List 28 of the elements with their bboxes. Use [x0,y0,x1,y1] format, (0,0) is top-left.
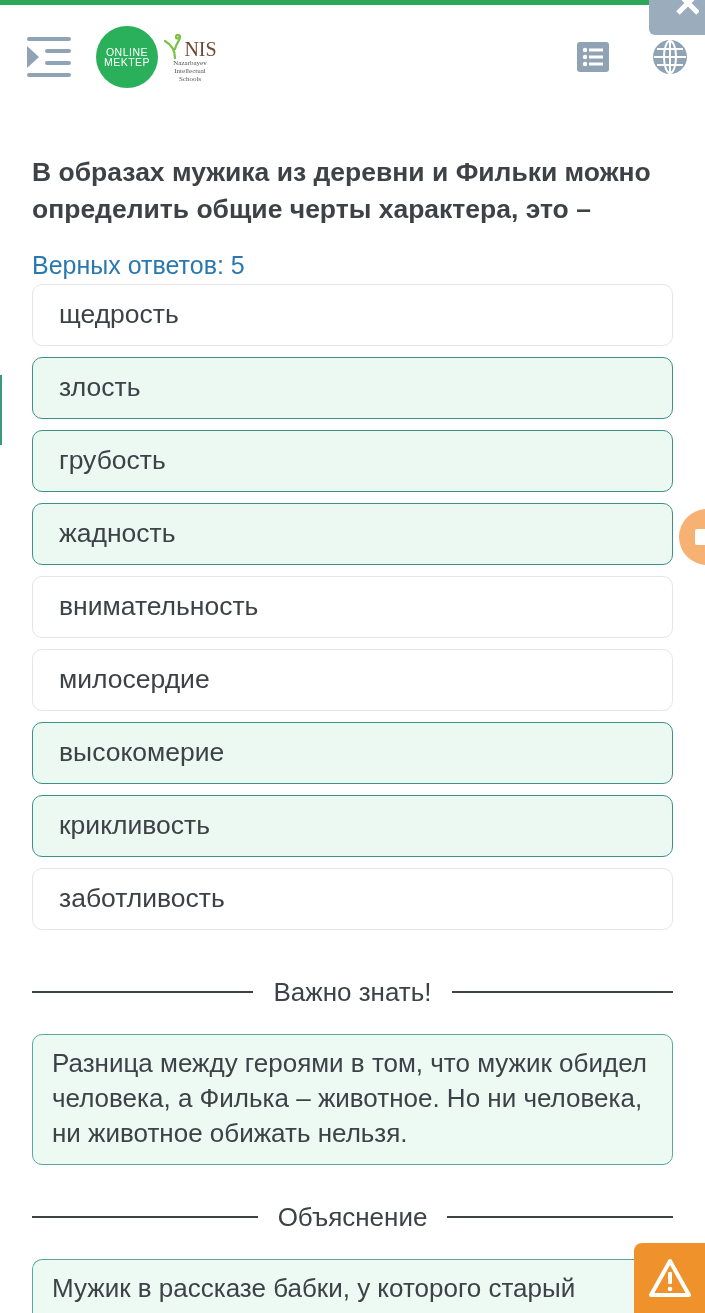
correct-answers-count: Верных ответов: 5 [32,250,246,280]
side-tab-edge [0,375,2,445]
logo-text: MEKTEP [103,57,151,67]
close-button[interactable] [649,0,705,35]
report-button[interactable] [634,1243,705,1313]
answer-option[interactable]: внимательность [32,576,673,638]
answer-option[interactable]: милосердие [32,649,673,711]
sprout-icon [163,33,184,59]
menu-icon[interactable] [27,37,71,77]
floating-action-button[interactable] [677,507,705,567]
section-heading: Важно знать! [273,977,432,1007]
logo-text: ONLINE [105,47,149,57]
partner-logo-title: NIS [184,39,217,59]
section-heading: Объяснение [277,1202,428,1232]
answer-option[interactable]: высокомерие [32,722,673,784]
answer-option[interactable]: жадность [32,503,673,565]
close-icon [675,0,699,16]
warning-icon [647,1258,692,1298]
answer-option[interactable]: заботливость [32,868,673,930]
info-text: Мужик в рассказе бабки, у которого старый [52,1272,577,1305]
answer-option[interactable]: злость [32,357,673,419]
answer-option[interactable]: крикливость [32,795,673,857]
globe-icon[interactable] [653,40,687,74]
answer-option[interactable]: грубость [32,430,673,492]
question-text: В образах мужика из деревни и Фильки можно определить общие черты характера, это – [32,156,652,226]
answer-option[interactable]: щедрость [32,284,673,346]
info-text: Разница между героями в том, что мужик обидел человека, а Филька – животное. Но ни человека, ни животное обижать нельзя. [52,1047,648,1150]
list-icon[interactable] [577,42,609,72]
